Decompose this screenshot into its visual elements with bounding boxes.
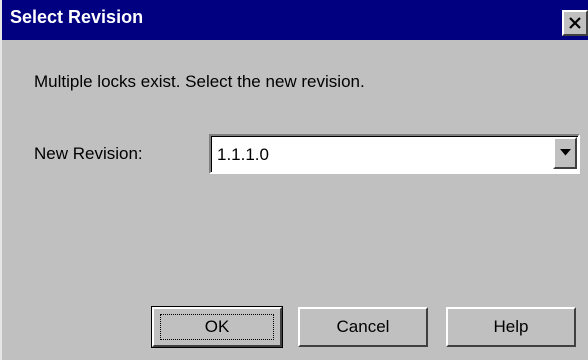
- title-bar[interactable]: Select Revision: [2, 0, 588, 40]
- help-button-label: Help: [493, 317, 529, 336]
- chevron-down-icon: [560, 149, 571, 156]
- new-revision-value: 1.1.1.0: [217, 145, 269, 164]
- select-revision-dialog: Select Revision Multiple locks exist. Se…: [0, 0, 588, 360]
- dialog-title: Select Revision: [10, 7, 144, 27]
- cancel-button[interactable]: Cancel: [298, 307, 428, 347]
- ok-button[interactable]: OK: [151, 306, 283, 348]
- instruction-message: Multiple locks exist. Select the new rev…: [34, 72, 365, 91]
- new-revision-dropdown[interactable]: 1.1.1.0: [209, 134, 580, 174]
- dropdown-arrow-button[interactable]: [553, 137, 577, 169]
- new-revision-label: New Revision:: [34, 144, 143, 163]
- ok-button-label: OK: [204, 317, 230, 336]
- close-button[interactable]: [562, 10, 588, 36]
- cancel-button-label: Cancel: [336, 317, 390, 336]
- close-x-icon: [569, 17, 581, 29]
- help-button[interactable]: Help: [446, 307, 576, 347]
